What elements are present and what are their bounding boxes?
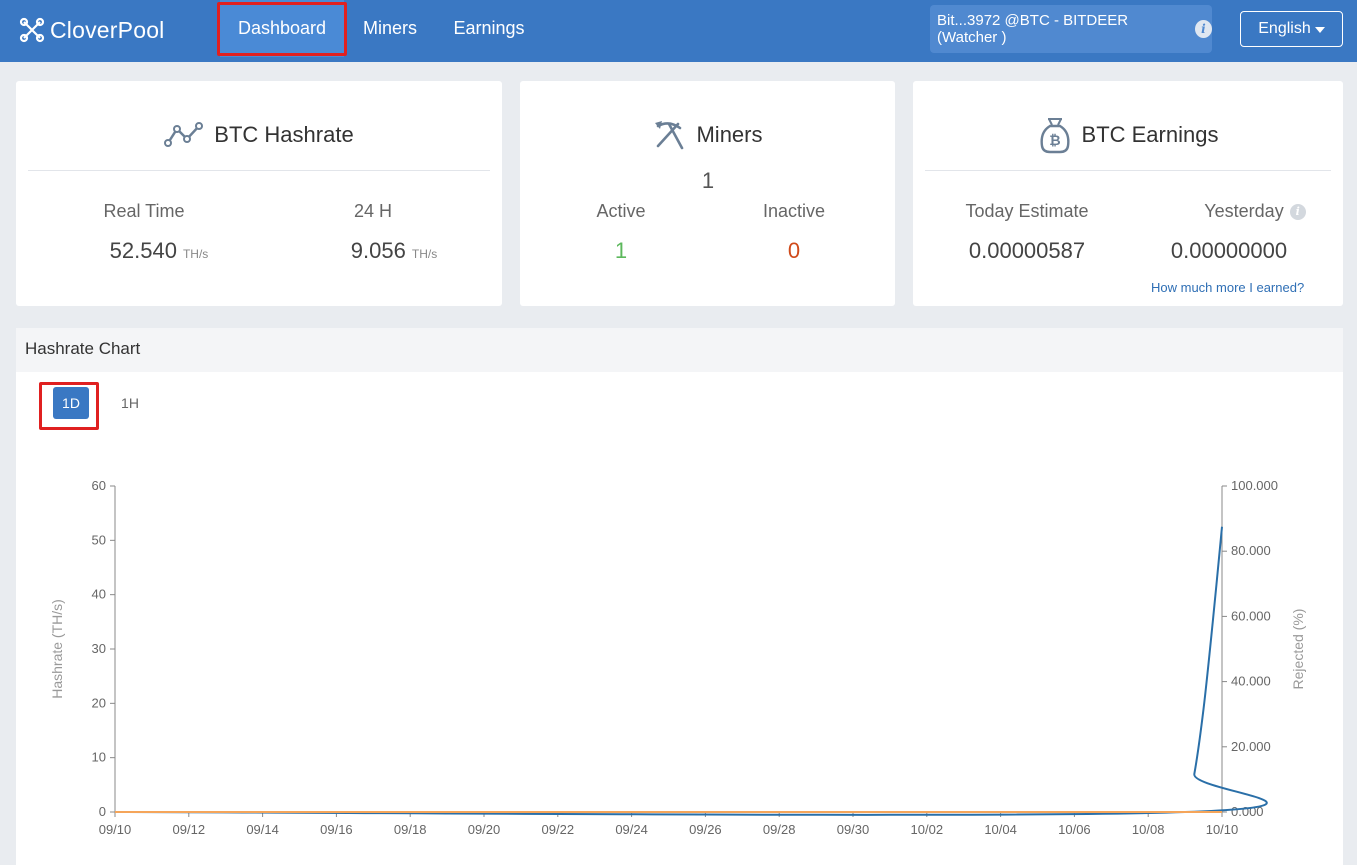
y2-tick-label: 60.000 xyxy=(1231,608,1271,623)
x-tick-label: 09/14 xyxy=(246,822,279,837)
logo-text: CloverPool xyxy=(50,16,165,43)
inactive-label: Inactive xyxy=(762,201,826,221)
hashrate-card: BTC Hashrate Real Time 24 H 52.540 TH/s 9… xyxy=(16,81,502,306)
y-tick-label: 30 xyxy=(92,641,106,656)
x-tick-label: 10/10 xyxy=(1206,822,1239,837)
x-tick-label: 10/02 xyxy=(911,822,944,837)
y-tick-label: 60 xyxy=(92,478,106,493)
hashrate-trend-icon xyxy=(164,122,204,147)
top-navbar: CloverPool Dashboard Miners Earnings Bit… xyxy=(0,0,1357,62)
active-count[interactable]: 1 xyxy=(521,238,721,264)
x-tick-label: 09/10 xyxy=(99,822,132,837)
account-selector[interactable]: Bit...3972 @BTC - BITDEER (Watcher ) i xyxy=(930,5,1212,53)
card-divider xyxy=(925,170,1331,171)
hashrate-chart: 01020304050600.00020.00040.00060.00080.0… xyxy=(49,478,1306,837)
clover-logo-icon xyxy=(19,17,45,43)
x-tick-label: 09/26 xyxy=(689,822,722,837)
miners-total: 1 xyxy=(701,168,715,193)
miners-title-text: Miners xyxy=(696,122,763,147)
info-icon[interactable]: i xyxy=(1194,20,1212,38)
card-divider xyxy=(28,170,490,171)
today-estimate-label: Today Estimate xyxy=(965,201,1089,221)
yesterday-value: 0.00000000 xyxy=(1170,238,1288,263)
earnings-card: ₿ BTC Earnings Today Estimate Yesterday … xyxy=(913,81,1343,306)
x-tick-label: 09/22 xyxy=(542,822,575,837)
bitcoin-bag-icon: ₿ xyxy=(1040,118,1070,154)
h24-unit: TH/s xyxy=(411,247,438,261)
today-estimate-value: 0.00000587 xyxy=(968,238,1086,263)
h24-hashrate: 9.056 TH/s xyxy=(294,238,494,264)
earnings-comparison-link[interactable]: How much more I earned? xyxy=(1151,280,1304,295)
x-tick-label: 09/28 xyxy=(763,822,796,837)
language-label: English xyxy=(1258,20,1311,37)
x-tick-label: 10/06 xyxy=(1058,822,1091,837)
y2-tick-label: 80.000 xyxy=(1231,543,1271,558)
y-tick-label: 50 xyxy=(92,532,106,547)
x-tick-label: 09/12 xyxy=(173,822,206,837)
yesterday-info-icon[interactable]: i xyxy=(1289,203,1306,220)
y2-axis-title: Rejected (%) xyxy=(1290,609,1306,690)
account-label: Bit...3972 @BTC - BITDEER (Watcher ) xyxy=(937,12,1129,46)
x-tick-label: 09/24 xyxy=(615,822,648,837)
cloverpool-logo[interactable]: CloverPool xyxy=(18,14,165,46)
realtime-unit: TH/s xyxy=(182,247,209,261)
yesterday-label-group: Yesterday i xyxy=(1165,201,1345,222)
h24-value: 9.056 xyxy=(350,238,406,263)
realtime-label: Real Time xyxy=(103,201,185,221)
inactive-count[interactable]: 0 xyxy=(694,238,894,264)
nav-dashboard[interactable]: Dashboard xyxy=(220,0,344,57)
h24-label: 24 H xyxy=(353,201,393,221)
realtime-hashrate: 52.540 TH/s xyxy=(59,238,259,264)
realtime-value: 52.540 xyxy=(109,238,177,263)
hashrate-title-text: BTC Hashrate xyxy=(214,122,354,147)
y2-tick-label: 40.000 xyxy=(1231,674,1271,689)
miners-card: Miners 1 Active Inactive 1 0 xyxy=(520,81,895,306)
x-tick-label: 09/20 xyxy=(468,822,501,837)
hashrate-chart-panel: Hashrate Chart 1D 1H 0 10 20 30 40 50 60 0.000 2… xyxy=(16,328,1343,865)
x-tick-label: 10/08 xyxy=(1132,822,1165,837)
earnings-card-title: ₿ BTC Earnings xyxy=(913,117,1343,154)
hashrate-series-line xyxy=(114,526,1268,816)
yesterday-label: Yesterday xyxy=(1204,201,1284,221)
hashrate-card-title: BTC Hashrate xyxy=(16,117,502,153)
y2-tick-label: 100.000 xyxy=(1231,478,1278,493)
y2-tick-label: 20.000 xyxy=(1231,739,1271,754)
y-axis-title: Hashrate (TH/s) xyxy=(49,599,65,699)
active-label: Active xyxy=(596,201,646,221)
earnings-title-text: BTC Earnings xyxy=(1081,122,1219,147)
pickaxe-icon xyxy=(655,121,684,150)
y-tick-label: 0 xyxy=(99,804,106,819)
caret-down-icon xyxy=(1314,27,1325,33)
x-tick-label: 10/04 xyxy=(984,822,1017,837)
y-tick-label: 40 xyxy=(92,587,106,602)
y-tick-label: 10 xyxy=(92,750,106,765)
language-dropdown[interactable]: English xyxy=(1240,11,1343,47)
x-tick-label: 09/16 xyxy=(320,822,353,837)
svg-text:₿: ₿ xyxy=(1049,133,1060,149)
nav-earnings[interactable]: Earnings xyxy=(446,0,532,57)
x-tick-label: 09/18 xyxy=(394,822,427,837)
x-tick-label: 09/30 xyxy=(837,822,870,837)
y-tick-label: 20 xyxy=(92,695,106,710)
miners-card-title: Miners xyxy=(520,117,895,153)
nav-miners[interactable]: Miners xyxy=(352,0,428,57)
